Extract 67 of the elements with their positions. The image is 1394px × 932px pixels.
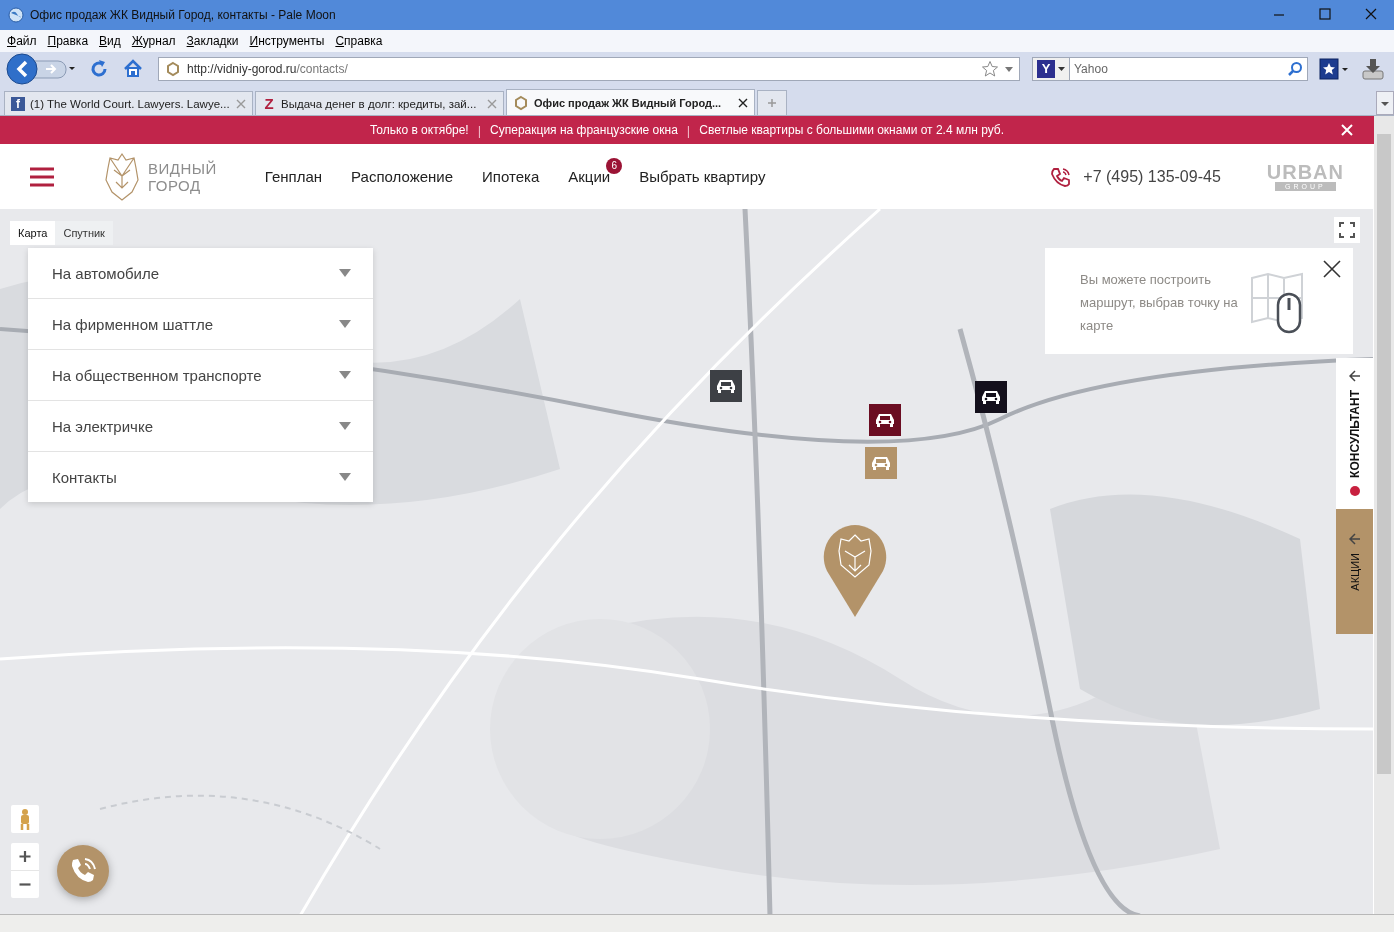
promo-link[interactable]: Суперакция на французские окна <box>490 123 678 137</box>
caret-icon[interactable] <box>1005 66 1013 72</box>
separator-text: | <box>477 122 482 138</box>
map-type-tab[interactable]: Карта <box>10 221 56 245</box>
car-marker-icon[interactable] <box>975 381 1007 413</box>
nav-link[interactable]: Расположение <box>351 167 454 185</box>
close-icon[interactable] <box>1323 260 1341 278</box>
map-mouse-icon <box>1250 272 1306 334</box>
status-dot-icon <box>1349 485 1360 496</box>
car-marker-icon[interactable] <box>710 370 742 402</box>
site-icon <box>165 61 181 77</box>
menu-item[interactable]: Справка <box>335 34 383 48</box>
separator-text: | <box>686 122 691 138</box>
star-icon[interactable] <box>981 60 999 78</box>
nav-link[interactable]: Ипотека <box>482 167 540 185</box>
caret-icon <box>1058 67 1065 71</box>
nav-link[interactable]: Выбрать квартиру <box>639 167 766 185</box>
site-icon <box>513 94 529 111</box>
url-text: http://vidniy-gorod.ru/contacts/ <box>187 62 349 76</box>
tab-label: (1) The World Court. Lawyers. Lawye... <box>30 97 231 110</box>
menu-item[interactable]: Правка <box>47 34 89 48</box>
accordion-item[interactable]: На электричке <box>28 400 373 451</box>
accordion-item[interactable]: На фирменном шаттле <box>28 298 373 349</box>
accordion-item[interactable]: На общественном транспорте <box>28 349 373 400</box>
promo-link[interactable]: Светлые квартиры с большими окнами от 2.4 млн руб. <box>699 123 1005 137</box>
car-marker-icon[interactable] <box>865 447 897 479</box>
facebook-icon: f <box>11 96 25 111</box>
count-badge: 6 <box>606 157 623 174</box>
window-title: Офис продаж ЖК Видный Город, контакты - Pale Moon <box>30 8 336 22</box>
menu-item[interactable]: Журнал <box>131 34 176 48</box>
browser-tab[interactable]: f (1) The World Court. Lawyers. Lawye... <box>4 91 253 115</box>
menu-icon[interactable] <box>30 166 54 187</box>
back-forward-icon[interactable] <box>6 53 78 85</box>
tab-list-icon[interactable] <box>1376 91 1394 115</box>
search-engine-button[interactable]: Y <box>1033 58 1070 80</box>
hint-text: Вы можете построить маршрут, выбрав точку на карте <box>1080 271 1239 335</box>
browser-tab[interactable]: Z Выдача денег в долг: кредиты, зай... <box>255 91 504 115</box>
menu-item[interactable]: Инструменты <box>249 34 325 48</box>
menu-item[interactable]: Вид <box>99 34 121 48</box>
scrollbar[interactable] <box>1374 116 1394 914</box>
accordion-item[interactable]: Контакты <box>28 451 373 502</box>
home-icon[interactable] <box>122 58 144 80</box>
arrow-left-icon <box>1348 533 1361 545</box>
tab-label: Выдача денег в долг: кредиты, зай... <box>281 97 478 110</box>
side-tab[interactable]: КОНСУЛЬТАНТ <box>1336 358 1373 509</box>
search-field[interactable]: Y Yahoo <box>1032 57 1308 81</box>
menu-item[interactable]: Закладки <box>186 34 239 48</box>
nav-link[interactable]: Генплан <box>264 167 323 185</box>
call-button-icon[interactable] <box>57 845 109 897</box>
map-type-tab[interactable]: Спутник <box>55 221 113 245</box>
close-icon[interactable] <box>738 97 748 108</box>
arrow-left-icon <box>1348 370 1361 382</box>
car-marker-icon[interactable] <box>869 404 901 436</box>
phone-number[interactable]: +7 (495) 135-09-45 <box>1083 167 1221 186</box>
promo-link[interactable]: Только в октябре! <box>369 123 469 137</box>
search-icon[interactable] <box>1287 61 1303 77</box>
globe-icon <box>8 7 24 23</box>
side-tab[interactable]: АКЦИИ <box>1336 509 1373 634</box>
address-field[interactable]: http://vidniy-gorod.ru/contacts/ <box>158 57 1020 81</box>
fullscreen-icon[interactable] <box>1334 217 1360 243</box>
menu-item[interactable]: Файл <box>7 34 37 48</box>
site-icon: Z <box>262 96 276 111</box>
accordion-item[interactable]: На автомобиле <box>28 248 373 298</box>
browser-tab[interactable]: Офис продаж ЖК Видный Город... <box>506 89 755 115</box>
download-icon[interactable] <box>1360 56 1386 82</box>
bookmarks-icon[interactable] <box>1318 57 1348 81</box>
tab-label: Офис продаж ЖК Видный Город... <box>534 96 723 109</box>
